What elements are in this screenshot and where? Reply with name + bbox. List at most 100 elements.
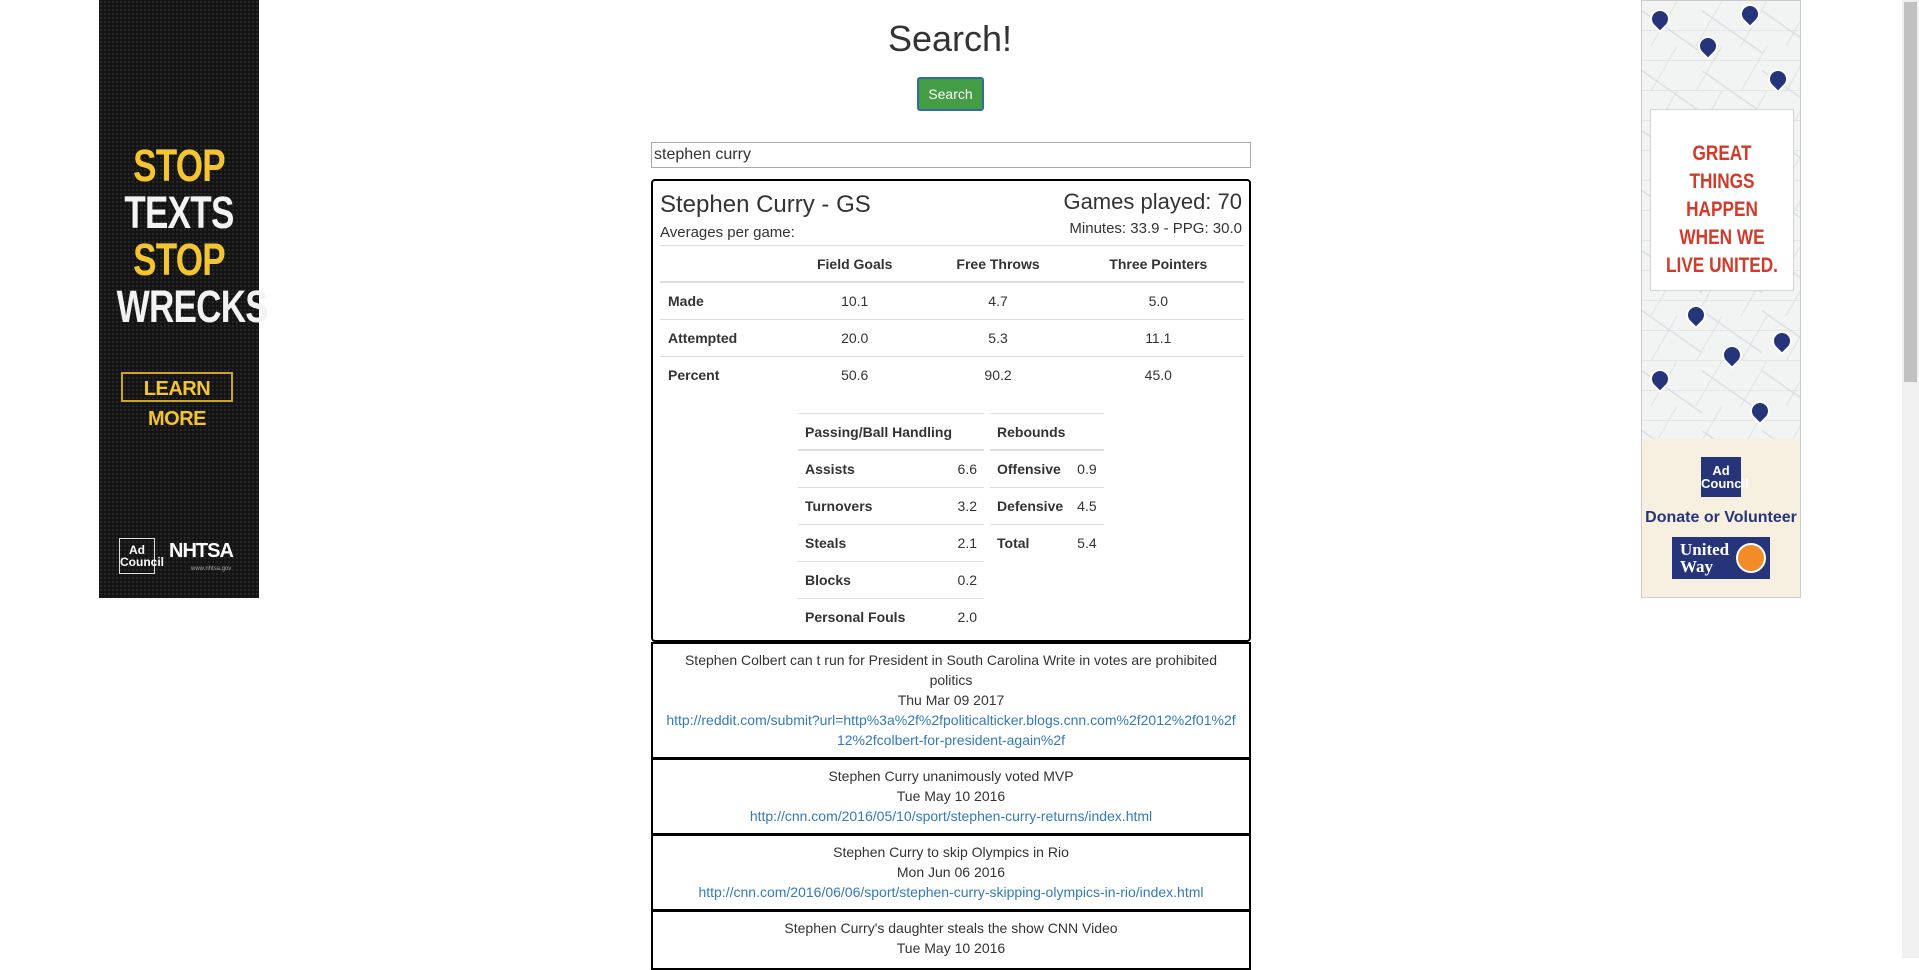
row-label: Offensive: [990, 449, 1071, 488]
row-label: Defensive: [990, 487, 1071, 525]
stat-value: 2.0: [941, 598, 984, 635]
news-link[interactable]: http://cnn.com/2016/05/10/sport/stephen-…: [750, 808, 1152, 824]
united-way-logo: United Way: [1672, 537, 1770, 579]
column-header: Free Throws: [923, 245, 1073, 283]
news-item: Stephen Curry's daughter steals the show…: [651, 910, 1251, 970]
stat-value: 2.1: [941, 524, 984, 562]
table-row: Defensive 4.5: [990, 487, 1104, 525]
stat-value: 0.9: [1070, 449, 1104, 488]
ad-donate-link[interactable]: Donate or Volunteer: [1642, 509, 1800, 527]
games-played: Games played: 70: [1063, 189, 1242, 214]
player-name: Stephen Curry - GS: [660, 191, 871, 218]
stat-value: 0.2: [941, 561, 984, 599]
news-headline: Stephen Curry's daughter steals the show…: [784, 920, 1118, 936]
passing-stats-table: Passing/Ball Handling Assists 6.6 Turnove…: [798, 413, 984, 635]
ad-council-logo: Ad Council: [119, 538, 164, 574]
ad-line: STOP: [133, 234, 226, 285]
news-link[interactable]: http://reddit.com/submit?url=http%3a%2f%…: [666, 712, 1235, 748]
ad-line: HAPPEN: [1686, 198, 1758, 221]
player-stats-card: Stephen Curry - GS Averages per game: Ga…: [651, 179, 1251, 642]
map-pin-icon: [1717, 340, 1747, 370]
table-row: Percent 50.6 90.2 45.0: [660, 356, 1244, 393]
stat-value: 90.2: [923, 356, 1073, 393]
table-row: Turnovers 3.2: [798, 487, 984, 525]
nhtsa-logo: NHTSA: [169, 540, 234, 562]
row-label: Steals: [798, 524, 942, 562]
stat-value: 11.1: [1072, 319, 1244, 357]
minutes-ppg: Minutes: 33.9 - PPG: 30.0: [1069, 220, 1242, 237]
column-header: Field Goals: [786, 245, 924, 283]
stat-value: 10.1: [786, 281, 924, 320]
row-label: Attempted: [660, 319, 786, 357]
column-header: Rebounds: [990, 413, 1104, 451]
table-header-row: Field Goals Free Throws Three Pointers: [660, 245, 1244, 283]
left-advertisement[interactable]: STOP TEXTS STOP WRECKS LEARN MORE Ad Coun…: [99, 0, 269, 598]
table-row: Offensive 0.9: [990, 449, 1104, 488]
map-pin-icon: [1767, 326, 1797, 356]
scrollbar-thumb[interactable]: [1904, 2, 1917, 382]
ad-council-logo: Ad Council: [1701, 457, 1749, 497]
news-date: Thu Mar 09 2017: [897, 692, 1005, 708]
table-header-row: Rebounds: [990, 413, 1104, 451]
ad-line: GREAT THINGS: [1689, 142, 1755, 193]
ad-learn-more-button[interactable]: LEARN MORE: [121, 372, 233, 430]
row-label: Made: [660, 281, 786, 320]
map-pin-icon: [1681, 300, 1711, 330]
table-corner-cell: [660, 245, 786, 283]
ad-line: WHEN WE: [1679, 226, 1765, 249]
news-item: Stephen Colbert can t run for President …: [651, 642, 1251, 759]
news-date: Tue May 10 2016: [896, 788, 1006, 804]
stat-value: 5.3: [923, 319, 1073, 357]
averages-label: Averages per game:: [660, 224, 795, 241]
page-scrollbar[interactable]: [1902, 0, 1919, 958]
table-row: Total 5.4: [990, 524, 1104, 561]
nhtsa-url: www.nhtsa.gov: [191, 566, 232, 572]
stat-value: 20.0: [786, 319, 924, 357]
news-item: Stephen Curry to skip Olympics in Rio Mo…: [651, 834, 1251, 911]
stat-value: 50.6: [786, 356, 924, 393]
news-item: Stephen Curry unanimously voted MVP Tue …: [651, 758, 1251, 835]
row-label: Assists: [798, 449, 942, 488]
table-row: Attempted 20.0 5.3 11.1: [660, 319, 1244, 357]
ad-line: LIVE UNITED.: [1666, 254, 1778, 277]
right-advertisement[interactable]: GREAT THINGS HAPPEN WHEN WE LIVE UNITED.…: [1641, 0, 1801, 598]
stat-value: 45.0: [1072, 356, 1244, 393]
news-headline: Stephen Curry to skip Olympics in Rio: [833, 844, 1069, 860]
stat-value: 6.6: [941, 449, 984, 488]
table-row: Personal Fouls 2.0: [798, 598, 984, 635]
ad-line: TEXTS: [124, 187, 234, 238]
stat-value: 5.0: [1072, 281, 1244, 320]
row-label: Personal Fouls: [798, 598, 942, 635]
united-way-icon: [1736, 543, 1766, 573]
column-header: Passing/Ball Handling: [798, 413, 984, 451]
row-label: Blocks: [798, 561, 942, 599]
news-date: Tue May 10 2016: [896, 940, 1006, 956]
stat-value: 5.4: [1070, 524, 1104, 561]
news-headline: Stephen Colbert can t run for President …: [684, 652, 1218, 688]
map-pin-icon: [1763, 64, 1793, 94]
ad-footer: Ad Council Donate or Volunteer United Way: [1642, 439, 1800, 597]
column-header: Three Pointers: [1072, 245, 1244, 283]
page-title: Search!: [887, 18, 1013, 59]
row-label: Percent: [660, 356, 786, 393]
table-row: Blocks 0.2: [798, 561, 984, 599]
rebounds-stats-table: Rebounds Offensive 0.9 Defensive 4.5 Total…: [990, 413, 1104, 561]
news-link[interactable]: http://cnn.com/2016/06/06/sport/stephen-…: [698, 884, 1203, 900]
news-date: Mon Jun 06 2016: [896, 864, 1006, 880]
stat-value: 4.7: [923, 281, 1073, 320]
ad-line: WRECKS: [116, 281, 269, 332]
map-pin-icon: [1745, 396, 1775, 426]
row-label: Turnovers: [798, 487, 942, 525]
search-input[interactable]: [651, 142, 1251, 168]
table-row: Made 10.1 4.7 5.0: [660, 281, 1244, 320]
table-header-row: Passing/Ball Handling: [798, 413, 984, 451]
table-row: Steals 2.1: [798, 524, 984, 562]
ad-line: STOP: [133, 140, 226, 191]
stat-value: 3.2: [941, 487, 984, 525]
stat-value: 4.5: [1070, 487, 1104, 525]
ad-message-card: GREAT THINGS HAPPEN WHEN WE LIVE UNITED.: [1650, 109, 1794, 291]
ad-headline: STOP TEXTS STOP WRECKS: [99, 140, 269, 332]
row-label: Total: [990, 524, 1071, 561]
search-button[interactable]: Search: [917, 77, 984, 111]
map-pin-icon: [1645, 364, 1675, 394]
